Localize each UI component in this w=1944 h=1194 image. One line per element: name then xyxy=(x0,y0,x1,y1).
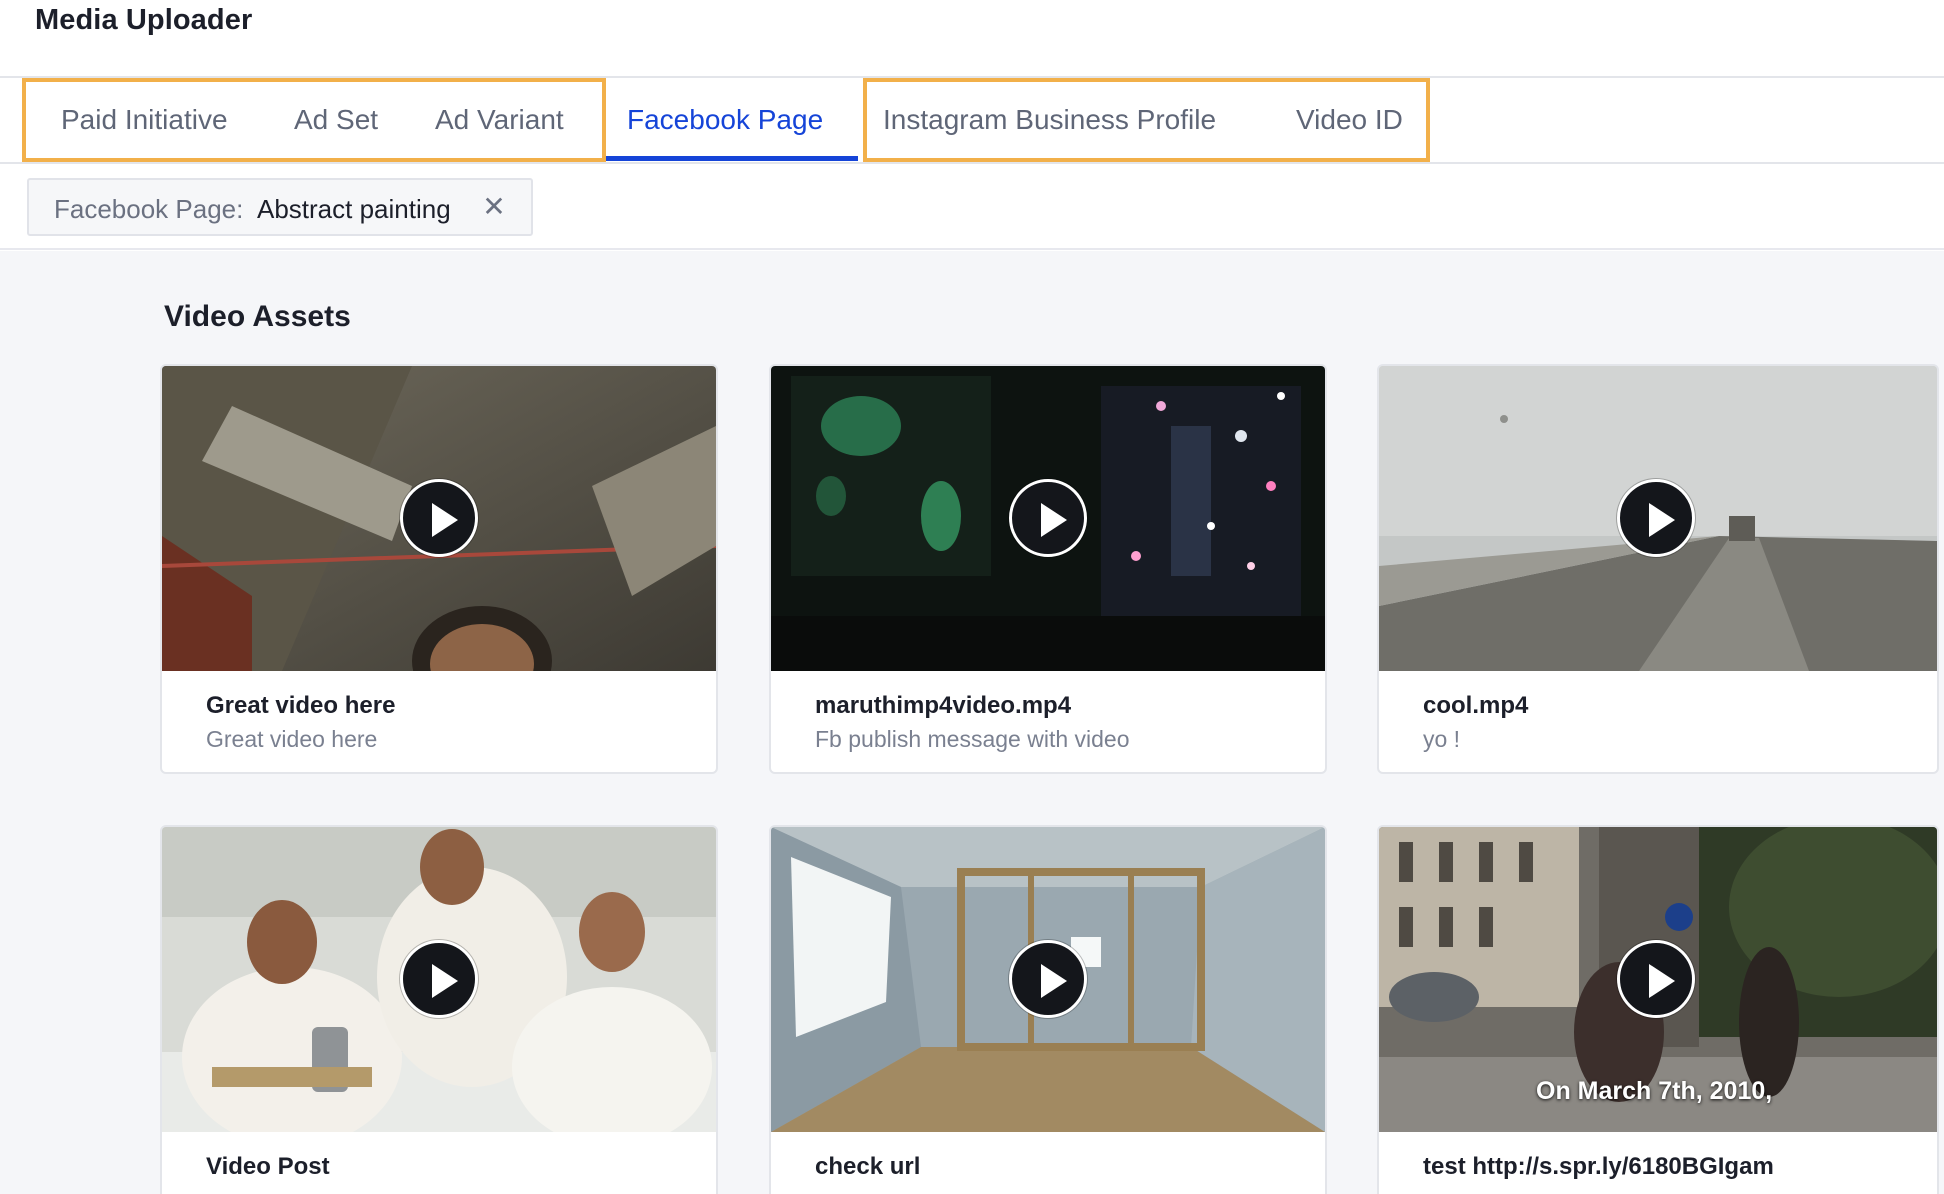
filter-row: Facebook Page: Abstract painting ✕ xyxy=(0,164,1944,250)
video-title: Great video here xyxy=(206,692,396,719)
app-title: Media Uploader xyxy=(35,4,253,36)
main-content: Video Assets Great video here Great vide… xyxy=(0,251,1944,1194)
video-card[interactable]: maruthimp4video.mp4 Fb publish message w… xyxy=(769,364,1327,774)
filter-chip-label: Facebook Page: xyxy=(54,194,244,224)
video-title: Video Post xyxy=(206,1153,330,1180)
section-title: Video Assets xyxy=(164,300,351,333)
filter-chip-value: Abstract painting xyxy=(257,194,451,224)
video-title: cool.mp4 xyxy=(1423,692,1529,719)
video-card[interactable]: check url xyxy=(769,825,1327,1194)
play-icon[interactable] xyxy=(1009,479,1087,557)
play-icon[interactable] xyxy=(400,479,478,557)
tab-facebook-page[interactable]: Facebook Page xyxy=(627,78,823,162)
tab-ad-variant[interactable]: Ad Variant xyxy=(435,78,564,162)
active-tab-indicator xyxy=(606,156,858,161)
play-icon[interactable] xyxy=(1009,940,1087,1018)
video-overlay-caption: On March 7th, 2010, xyxy=(1536,1077,1773,1105)
video-title: maruthimp4video.mp4 xyxy=(815,692,1072,719)
video-card[interactable]: On March 7th, 2010, test http://s.spr.ly… xyxy=(1377,825,1939,1194)
play-icon[interactable] xyxy=(1617,479,1695,557)
video-title: check url xyxy=(815,1153,921,1180)
video-card[interactable]: Great video here Great video here xyxy=(160,364,718,774)
play-icon[interactable] xyxy=(1617,940,1695,1018)
tab-video-id[interactable]: Video ID xyxy=(1296,78,1403,162)
video-subtitle: yo ! xyxy=(1423,726,1461,752)
app-header: Media Uploader xyxy=(0,0,1944,78)
close-icon[interactable]: ✕ xyxy=(477,188,511,226)
video-title: test http://s.spr.ly/6180BGIgam xyxy=(1423,1153,1774,1180)
video-subtitle: Great video here xyxy=(206,726,378,752)
filter-chip: Facebook Page: Abstract painting ✕ xyxy=(27,178,533,236)
tab-ad-set[interactable]: Ad Set xyxy=(294,78,378,162)
tab-paid-initiative[interactable]: Paid Initiative xyxy=(61,78,228,162)
video-card[interactable]: cool.mp4 yo ! xyxy=(1377,364,1939,774)
tab-instagram-business-profile[interactable]: Instagram Business Profile xyxy=(883,78,1216,162)
play-icon[interactable] xyxy=(400,940,478,1018)
video-subtitle: Fb publish message with video xyxy=(815,726,1130,752)
tab-bar: Paid Initiative Ad Set Ad Variant Facebo… xyxy=(0,78,1944,164)
video-card[interactable]: Video Post xyxy=(160,825,718,1194)
